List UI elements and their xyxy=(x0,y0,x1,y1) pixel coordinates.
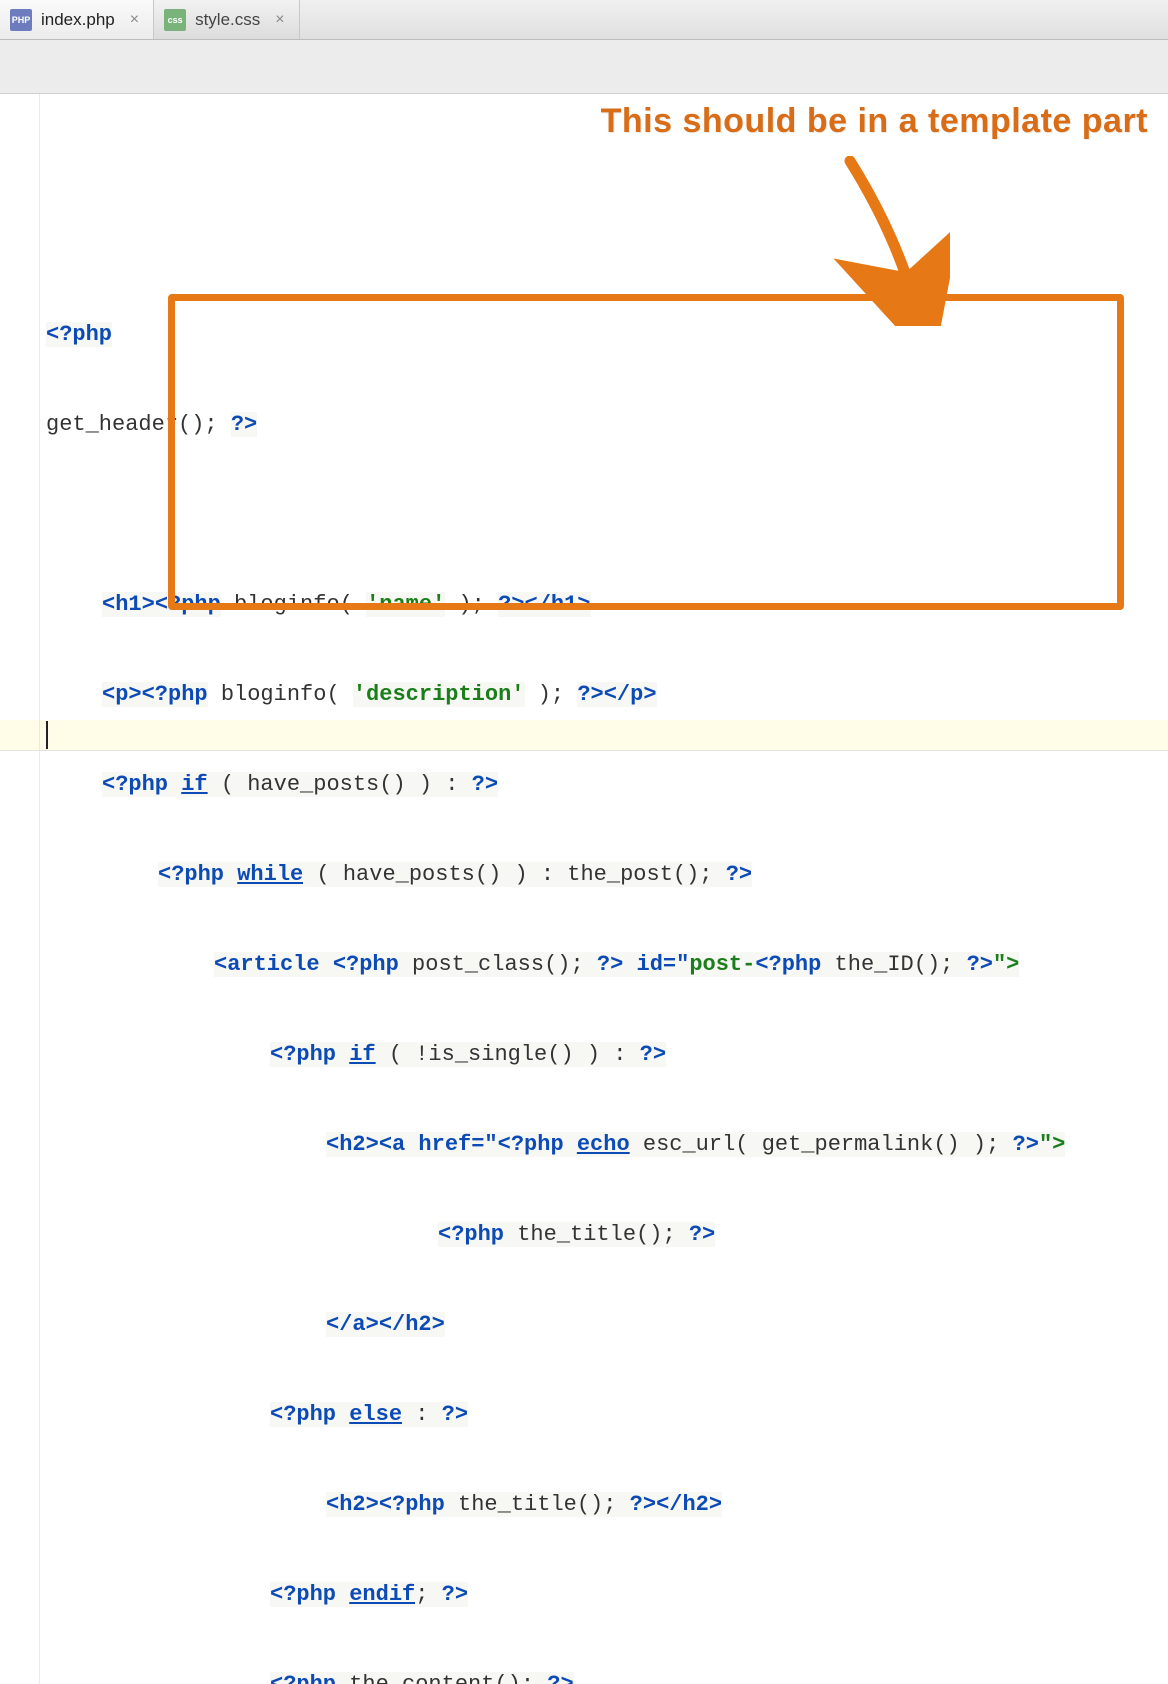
current-line-highlight xyxy=(0,720,1168,750)
code-line: <h2><a href="<?php echo esc_url( get_per… xyxy=(46,1130,1168,1160)
section-divider xyxy=(0,750,1168,751)
code-line: <h1><?php bloginfo( 'name' ); ?></h1> xyxy=(46,590,1168,620)
code-line: <?php else : ?> xyxy=(46,1400,1168,1430)
tab-label: index.php xyxy=(41,10,115,30)
tab-bar: PHP index.php × css style.css × xyxy=(0,0,1168,40)
code-line: get_header(); ?> xyxy=(46,410,1168,440)
close-icon[interactable]: × xyxy=(130,11,139,29)
code-line: <?php if ( !is_single() ) : ?> xyxy=(46,1040,1168,1070)
php-file-icon: PHP xyxy=(10,9,32,31)
code-line: <?php if ( have_posts() ) : ?> xyxy=(46,770,1168,800)
tab-style-css[interactable]: css style.css × xyxy=(154,0,300,39)
tab-index-php[interactable]: PHP index.php × xyxy=(0,0,154,39)
text-cursor xyxy=(46,721,48,749)
code-line: <?php xyxy=(46,320,1168,350)
css-file-icon: css xyxy=(164,9,186,31)
code-line: <h2><?php the_title(); ?></h2> xyxy=(46,1490,1168,1520)
code-line: <?php the_title(); ?> xyxy=(46,1220,1168,1250)
annotation-text: This should be in a template part xyxy=(601,106,1148,136)
annotation-arrow-icon xyxy=(790,156,950,326)
close-icon[interactable]: × xyxy=(275,11,284,29)
code-line: <article <?php post_class(); ?> id="post… xyxy=(46,950,1168,980)
code-line: <p><?php bloginfo( 'description' ); ?></… xyxy=(46,680,1168,710)
code-line: <?php endif; ?> xyxy=(46,1580,1168,1610)
code-line xyxy=(46,500,1168,530)
gutter xyxy=(0,94,40,1684)
code-line: <?php while ( have_posts() ) : the_post(… xyxy=(46,860,1168,890)
code-editor[interactable]: <?php get_header(); ?> <h1><?php bloginf… xyxy=(0,94,1168,1684)
breadcrumb-bar xyxy=(0,40,1168,94)
code-line: </a></h2> xyxy=(46,1310,1168,1340)
tab-label: style.css xyxy=(195,10,260,30)
code-line: <?php the_content(); ?> xyxy=(46,1670,1168,1684)
